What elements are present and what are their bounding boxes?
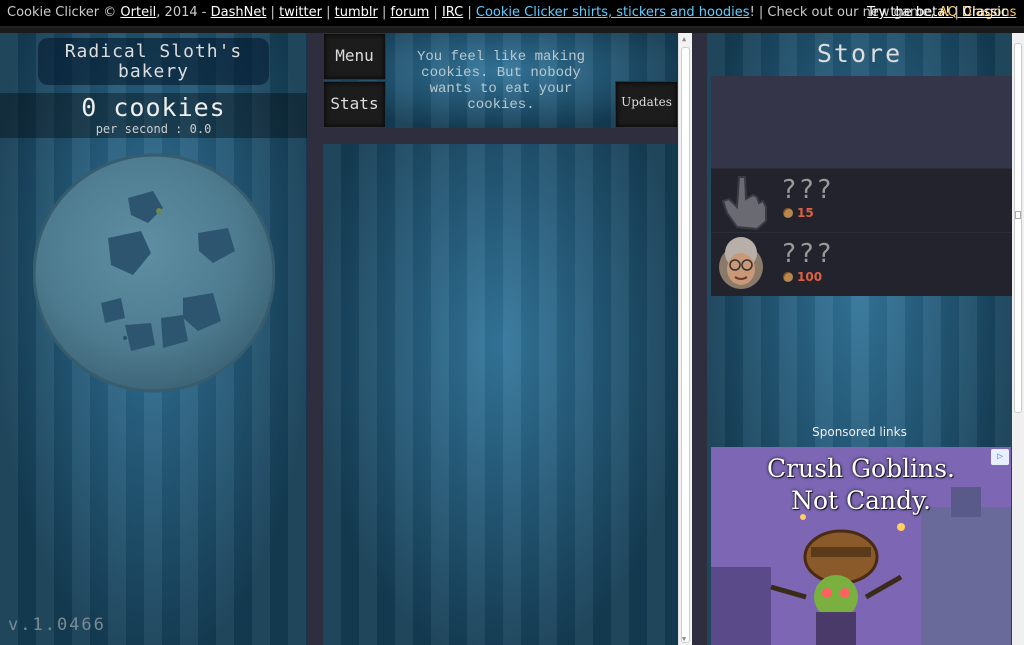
product-name: ???: [781, 175, 834, 205]
twitter-link[interactable]: twitter: [279, 5, 322, 20]
product-grandma[interactable]: ??? 100: [711, 232, 1012, 296]
buildings-area: [323, 144, 678, 645]
ad-headline-line1: Crush Goblins.: [767, 454, 955, 483]
page-scrollbar[interactable]: [1012, 33, 1024, 645]
scroll-down-icon[interactable]: ▼: [682, 635, 686, 643]
divider-left: [307, 33, 323, 645]
divider-right: [692, 33, 707, 645]
merch-link[interactable]: Cookie Clicker shirts, stickers and hood…: [476, 5, 750, 20]
updates-button[interactable]: Updates: [615, 81, 678, 128]
cookie-price-icon: [783, 272, 793, 282]
middle-panel: Menu Stats You feel like making cookies.…: [323, 33, 678, 645]
middle-scrollbar[interactable]: ▲ ▼: [678, 33, 692, 645]
year-text: , 2014 -: [156, 5, 211, 20]
page-scroll-thumb[interactable]: [1014, 43, 1022, 413]
cookie-price-icon: [783, 208, 793, 218]
menu-button[interactable]: Menu: [323, 33, 386, 80]
product-cursor[interactable]: ??? 15: [711, 168, 1012, 232]
big-cookie[interactable]: [32, 153, 276, 393]
price-value: 15: [797, 206, 814, 220]
forum-link[interactable]: forum: [391, 5, 430, 20]
adchoices-icon[interactable]: ▷: [991, 449, 1009, 465]
sponsored-label: Sponsored links: [812, 425, 907, 439]
classic-link[interactable]: Classic: [963, 5, 1008, 20]
dashnet-link[interactable]: DashNet: [211, 5, 267, 20]
store-panel: Store ??? 15 ??? 100 Sponsored links Cru…: [707, 33, 1012, 645]
author-link[interactable]: Orteil: [120, 5, 156, 20]
news-ticker[interactable]: You feel like making cookies. But nobody…: [401, 49, 601, 113]
store-title: Store: [816, 39, 903, 68]
cursor-icon: [721, 176, 767, 231]
top-bar: Cookie Clicker © Orteil, 2014 - DashNet …: [0, 0, 1024, 28]
tumblr-link[interactable]: tumblr: [335, 5, 378, 20]
scroll-grip-icon: [1015, 211, 1021, 219]
ad-headline-line2: Not Candy.: [791, 486, 931, 515]
stats-button[interactable]: Stats: [323, 81, 386, 128]
news-area: Menu Stats You feel like making cookies.…: [323, 33, 678, 128]
cookie-icon: [32, 153, 276, 393]
version-label: v.1.0466: [8, 615, 106, 635]
copyright-text: Cookie Clicker ©: [7, 5, 121, 20]
scroll-thumb[interactable]: [681, 47, 690, 643]
left-panel: Radical Sloth's bakery 0 cookies per sec…: [0, 33, 307, 645]
grandma-icon: [719, 237, 763, 289]
cookies-per-second: per second : 0.0: [95, 122, 212, 136]
cookie-count: 0 cookies: [81, 93, 226, 122]
beta-link[interactable]: Try the beta!: [867, 5, 950, 20]
product-price: 100: [783, 270, 822, 284]
irc-link[interactable]: IRC: [442, 5, 463, 20]
upgrades-area: [711, 76, 1012, 168]
price-value: 100: [797, 270, 823, 284]
product-price: 15: [783, 206, 814, 220]
bakery-name[interactable]: Radical Sloth's bakery: [38, 38, 269, 85]
scroll-up-icon[interactable]: ▲: [682, 35, 686, 43]
ad-banner[interactable]: Crush Goblins. Not Candy. ▷: [711, 447, 1011, 645]
ad-headline: Crush Goblins. Not Candy.: [711, 453, 1011, 517]
cookie-counter: 0 cookies per second : 0.0: [0, 93, 307, 138]
product-name: ???: [781, 239, 834, 269]
